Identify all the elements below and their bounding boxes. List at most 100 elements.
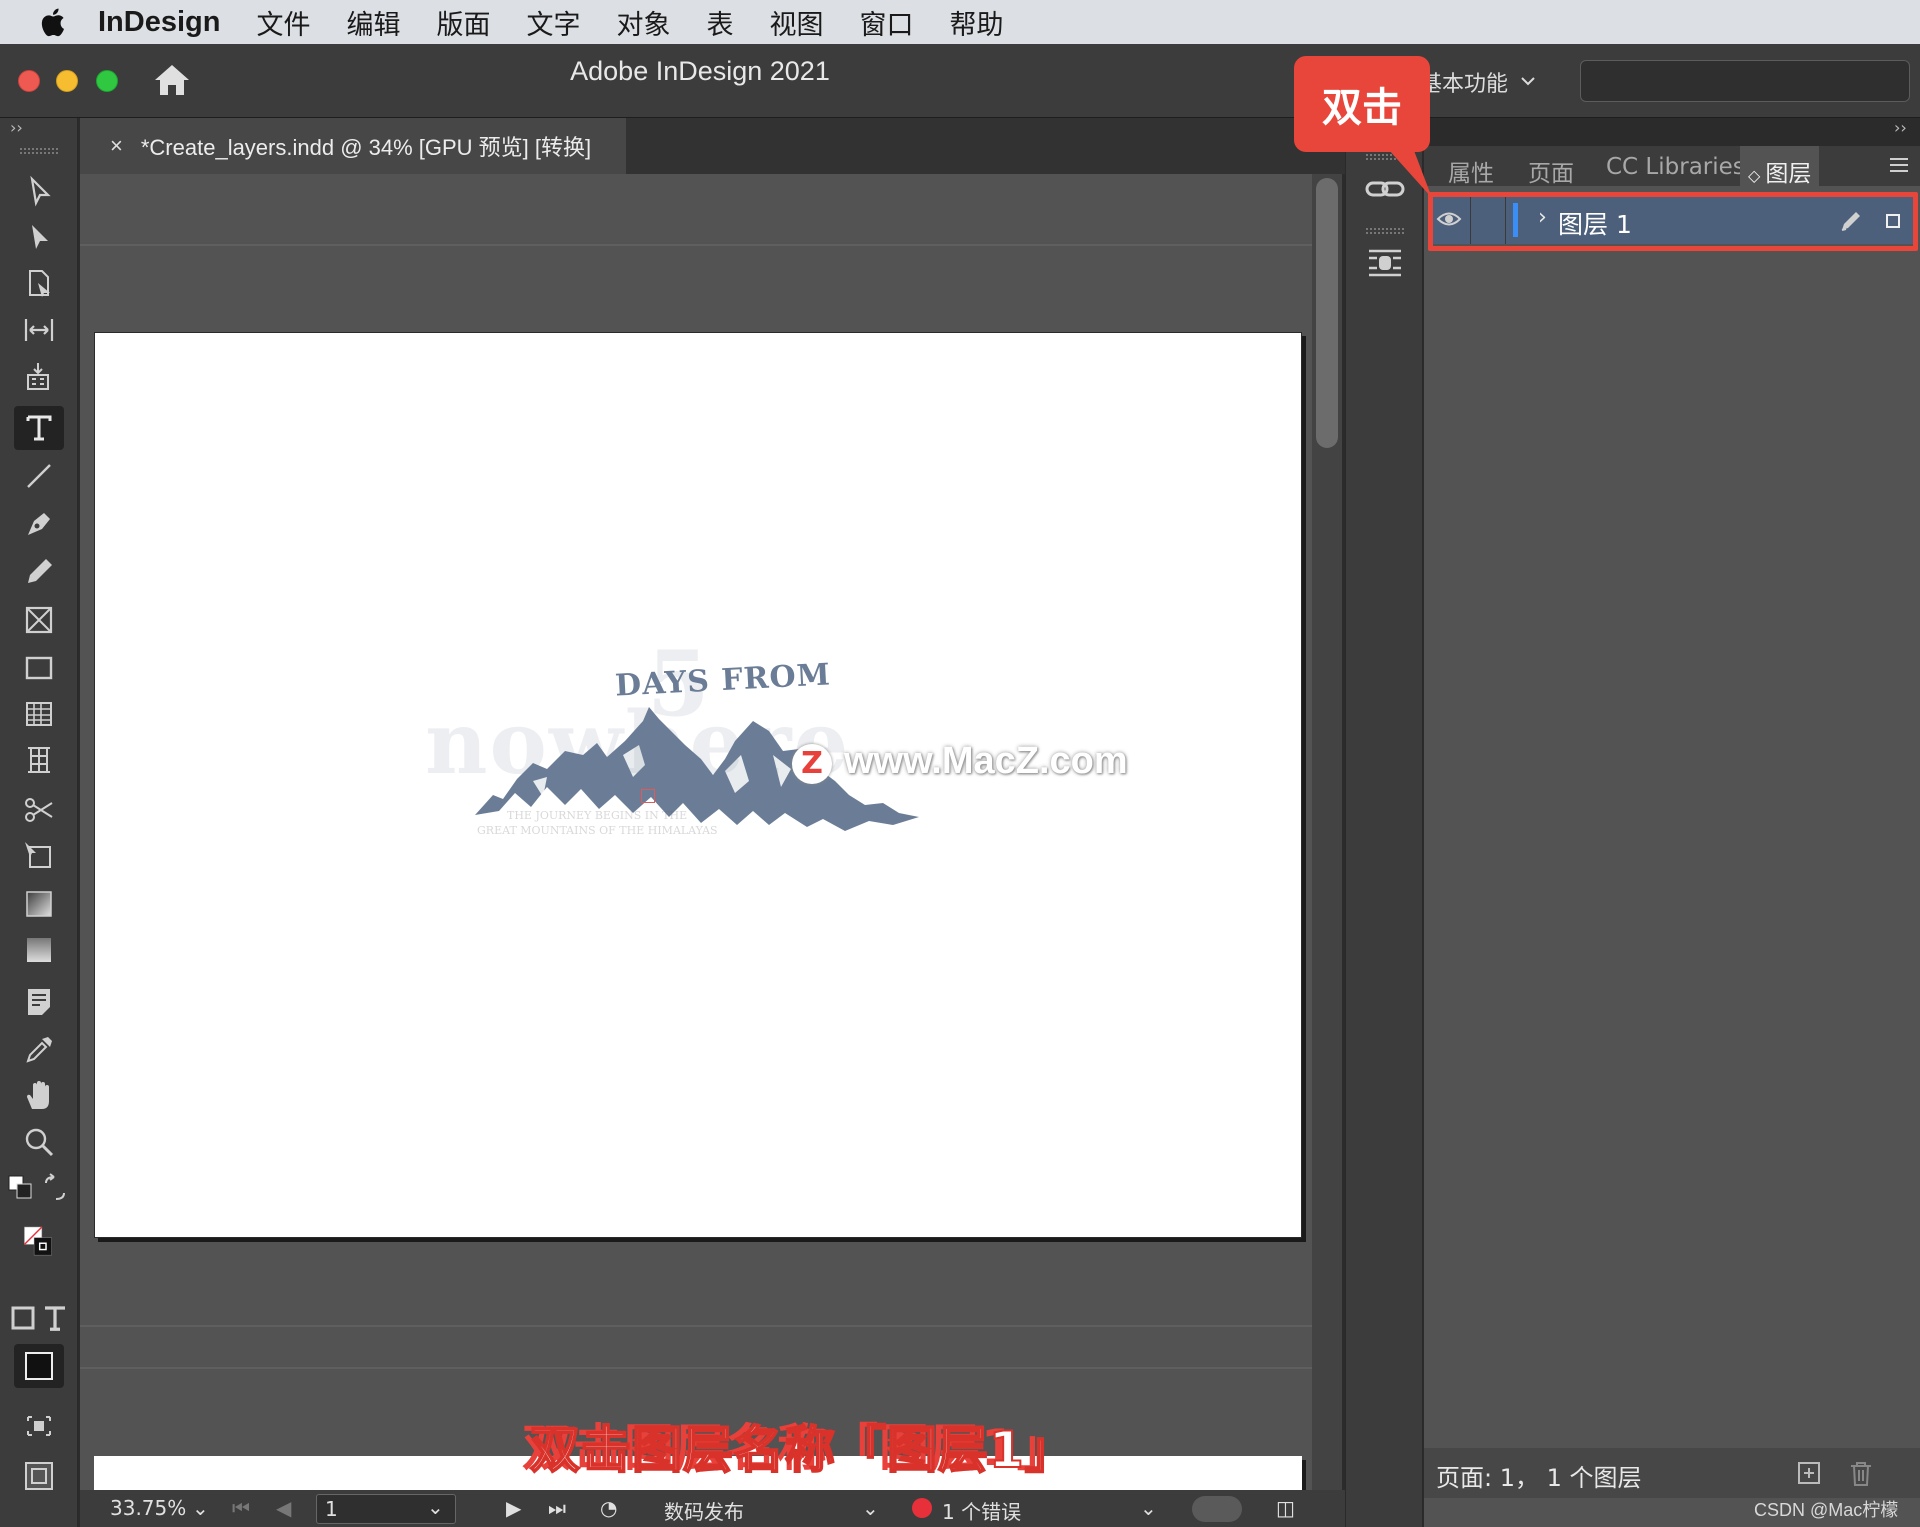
- table-tool-icon[interactable]: [14, 692, 64, 736]
- document-tab-label: *Create_layers.indd @ 34% [GPU 预览] [转换]: [140, 135, 592, 160]
- close-icon[interactable]: ×: [110, 133, 123, 159]
- page-tool-icon[interactable]: [14, 262, 64, 306]
- rectangle-tool-icon[interactable]: [14, 646, 64, 690]
- panel-menu-icon[interactable]: [1888, 156, 1910, 174]
- page-number-field[interactable]: 1 ⌄: [316, 1494, 456, 1524]
- tab-pages[interactable]: 页面: [1528, 154, 1574, 188]
- layers-footer-label: 页面: 1， 1 个图层: [1436, 1464, 1642, 1492]
- collapse-panels-icon[interactable]: ››: [1894, 118, 1907, 137]
- minimize-window-button[interactable]: [56, 70, 78, 92]
- trash-icon[interactable]: [1848, 1460, 1874, 1488]
- panel-dock: [1345, 146, 1423, 1527]
- rectangle-frame-tool-icon[interactable]: [14, 598, 64, 642]
- formatting-text-icon[interactable]: [40, 1296, 70, 1340]
- overset-marker[interactable]: [641, 789, 655, 803]
- menu-app-name[interactable]: InDesign: [98, 6, 220, 39]
- pasteboard-divider: [80, 1325, 1312, 1327]
- hand-tool-icon[interactable]: [14, 1074, 64, 1118]
- tab-cc-libraries[interactable]: CC Libraries: [1606, 154, 1745, 180]
- watermark-text: www.MacZ.com: [844, 740, 1128, 782]
- apple-icon[interactable]: [38, 6, 68, 38]
- next-page-icon[interactable]: ▶: [506, 1496, 521, 1520]
- free-transform-tool-icon[interactable]: [14, 834, 64, 878]
- gradient-feather-tool-icon[interactable]: [14, 928, 64, 972]
- annotation-callout: 双击: [1294, 56, 1430, 152]
- panel-tab-bar: 属性 页面 CC Libraries ◇ 图层: [1424, 146, 1920, 188]
- document-tab-bar: × *Create_layers.indd @ 34% [GPU 预览] [转换…: [80, 118, 1345, 174]
- note-tool-icon[interactable]: [14, 980, 64, 1024]
- chevron-down-icon[interactable]: [1520, 70, 1536, 91]
- toolbar-grip[interactable]: [20, 148, 58, 154]
- status-bar: 33.75% ⌄ ⏮ ◀ ▶ ⏭ ◔ 数码发布 ⌄ 1 个错误 ⌄ ◫: [80, 1490, 1345, 1527]
- collapse-toolbar-icon[interactable]: ››: [10, 118, 23, 137]
- preflight-profile[interactable]: 数码发布: [664, 1496, 744, 1525]
- formatting-container-icon[interactable]: [8, 1296, 38, 1340]
- preflight-profile-dropdown-icon[interactable]: ⌄: [862, 1496, 879, 1520]
- content-collector-icon[interactable]: [14, 356, 64, 400]
- direct-selection-tool-icon[interactable]: [14, 216, 64, 260]
- eyedropper-tool-icon[interactable]: [14, 1028, 64, 1072]
- screen-mode-icon[interactable]: [14, 1404, 64, 1448]
- search-input[interactable]: [1580, 60, 1910, 102]
- split-window-icon[interactable]: ◫: [1276, 1496, 1295, 1520]
- annotation-caption: 双击图层名称「图层1」: [529, 1420, 1076, 1480]
- dock-grip[interactable]: [1366, 228, 1404, 234]
- page-number-value: 1: [325, 1497, 338, 1521]
- gap-tool-icon[interactable]: [14, 308, 64, 352]
- error-status-icon: [912, 1498, 932, 1518]
- line-tool-icon[interactable]: [14, 454, 64, 498]
- tab-properties[interactable]: 属性: [1448, 154, 1494, 188]
- zoom-dropdown-icon[interactable]: ⌄: [192, 1496, 209, 1520]
- first-page-icon[interactable]: ⏮: [232, 1496, 250, 1520]
- selection-tool-icon[interactable]: [14, 170, 64, 214]
- zoom-level[interactable]: 33.75%: [110, 1496, 186, 1520]
- previous-page-icon[interactable]: ◀: [276, 1496, 291, 1520]
- menu-window[interactable]: 窗口: [859, 3, 913, 42]
- menu-file[interactable]: 文件: [256, 3, 310, 42]
- menu-view[interactable]: 视图: [769, 3, 823, 42]
- scissors-tool-icon[interactable]: [14, 788, 64, 832]
- zoom-tool-icon[interactable]: [14, 1120, 64, 1164]
- art-subtitle: nowhere: [425, 693, 851, 794]
- tools-panel: ››: [0, 118, 78, 1527]
- new-layer-icon[interactable]: [1796, 1460, 1822, 1488]
- document-page[interactable]: 5 DAYS FROM nowhere THE JOURNEY BEGINS I…: [94, 332, 1302, 1238]
- menu-help[interactable]: 帮助: [949, 3, 1003, 42]
- tab-layers[interactable]: ◇ 图层: [1740, 146, 1820, 187]
- workspace-switcher[interactable]: 基本功能: [1420, 66, 1508, 98]
- default-fill-stroke-icon[interactable]: [6, 1166, 36, 1210]
- pasteboard-divider: [80, 1367, 1312, 1369]
- menu-object[interactable]: 对象: [616, 3, 670, 42]
- apply-color-icon[interactable]: [14, 1344, 64, 1388]
- close-window-button[interactable]: [18, 70, 40, 92]
- watermark-logo: Z: [792, 744, 832, 784]
- preflight-icon[interactable]: ◔: [600, 1496, 617, 1520]
- art-tagline-2: GREAT MOUNTAINS OF THE HIMALAYAS: [477, 824, 718, 837]
- vertical-scrollbar-thumb[interactable]: [1316, 178, 1338, 448]
- type-tool-icon[interactable]: [14, 406, 64, 450]
- zoom-window-button[interactable]: [96, 70, 118, 92]
- gradient-swatch-tool-icon[interactable]: [14, 882, 64, 926]
- menu-layout[interactable]: 版面: [436, 3, 490, 42]
- text-wrap-icon[interactable]: [1364, 242, 1406, 284]
- page-dropdown-icon[interactable]: ⌄: [427, 1495, 444, 1519]
- preflight-errors[interactable]: 1 个错误: [942, 1496, 1021, 1525]
- window-title: Adobe InDesign 2021: [570, 56, 830, 86]
- fill-stroke-swatch[interactable]: [8, 1208, 68, 1278]
- errors-dropdown-icon[interactable]: ⌄: [1140, 1496, 1157, 1520]
- document-tab[interactable]: × *Create_layers.indd @ 34% [GPU 预览] [转换…: [80, 118, 626, 174]
- pencil-tool-icon[interactable]: [14, 550, 64, 594]
- menu-type[interactable]: 文字: [526, 3, 580, 42]
- pen-tool-icon[interactable]: [14, 502, 64, 546]
- art-tagline-1: THE JOURNEY BEGINS IN THE: [507, 809, 688, 822]
- menu-table[interactable]: 表: [706, 3, 733, 42]
- preflight-toggle[interactable]: [1192, 1496, 1242, 1522]
- last-page-icon[interactable]: ⏭: [548, 1496, 566, 1520]
- swap-fill-stroke-icon[interactable]: [40, 1166, 70, 1210]
- home-icon[interactable]: [152, 62, 192, 98]
- grid-tool-icon[interactable]: [14, 738, 64, 782]
- annotation-highlight-box: [1428, 192, 1918, 251]
- view-mode-icon[interactable]: [14, 1454, 64, 1498]
- menu-edit[interactable]: 编辑: [346, 3, 400, 42]
- tab-layers-label: 图层: [1765, 161, 1812, 187]
